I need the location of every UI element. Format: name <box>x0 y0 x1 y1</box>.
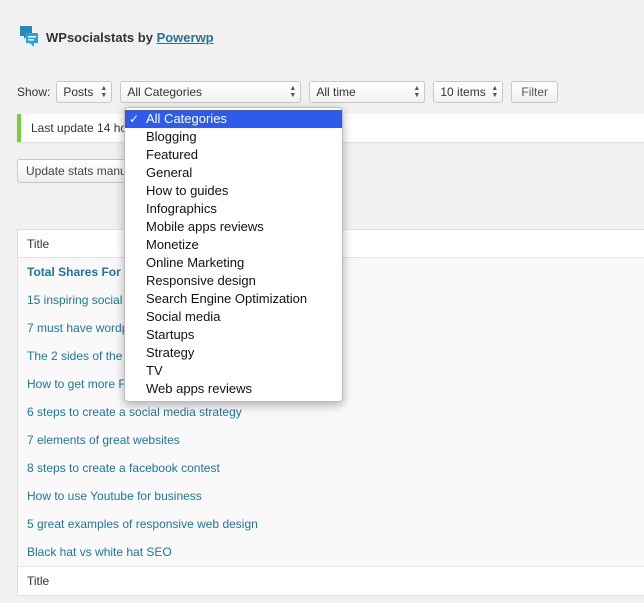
dropdown-option[interactable]: Online Marketing <box>125 254 342 272</box>
notice-text: Last update 14 ho <box>31 121 128 135</box>
dropdown-option[interactable]: Mobile apps reviews <box>125 218 342 236</box>
select-arrows-icon: ▲ ▼ <box>289 85 297 99</box>
dropdown-option-label: Monetize <box>146 237 199 252</box>
dropdown-option-label: Mobile apps reviews <box>146 219 264 234</box>
dropdown-option[interactable]: General <box>125 164 342 182</box>
app-by-text: by <box>134 29 157 45</box>
dropdown-option[interactable]: Search Engine Optimization <box>125 290 342 308</box>
show-label: Show: <box>17 85 51 99</box>
category-select[interactable]: All Categories ▲ ▼ <box>120 81 302 103</box>
items-select[interactable]: 10 items ▲ ▼ <box>433 81 504 103</box>
dropdown-option-label: Online Marketing <box>146 255 245 270</box>
table-row[interactable]: How to use Youtube for business <box>18 482 644 510</box>
select-arrows-icon: ▲ ▼ <box>413 85 421 99</box>
time-select[interactable]: All time ▲ ▼ <box>309 81 426 103</box>
dropdown-option-label: Social media <box>146 309 221 324</box>
post-type-value: Posts <box>63 85 94 99</box>
dropdown-option-label: All Categories <box>146 111 227 126</box>
dropdown-option-label: TV <box>146 363 163 378</box>
dropdown-option[interactable]: Blogging <box>125 128 342 146</box>
dropdown-option-label: How to guides <box>146 183 229 198</box>
update-stats-label: Update stats manu <box>26 164 127 178</box>
app-name: WPsocialstats <box>46 29 135 45</box>
dropdown-option[interactable]: Strategy <box>125 344 342 362</box>
select-arrows-icon: ▲ ▼ <box>100 85 108 99</box>
dropdown-option[interactable]: Social media <box>125 308 342 326</box>
dropdown-option[interactable]: Startups <box>125 326 342 344</box>
dropdown-option[interactable]: Responsive design <box>125 272 342 290</box>
dropdown-option[interactable]: How to guides <box>125 182 342 200</box>
app-header: WPsocialstats by Powerwp <box>18 22 214 52</box>
dropdown-option-label: Search Engine Optimization <box>146 291 308 306</box>
dropdown-option-label: Strategy <box>146 345 195 360</box>
dropdown-option-label: Infographics <box>146 201 217 216</box>
dropdown-option[interactable]: Monetize <box>125 236 342 254</box>
checkmark-icon: ✓ <box>129 112 140 126</box>
table-row[interactable]: 6 steps to create a social media strateg… <box>18 398 644 426</box>
filters-bar: Show: Posts ▲ ▼ All Categories ▲ ▼ All tim… <box>17 81 559 103</box>
table-row[interactable]: 5 great examples of responsive web desig… <box>18 510 644 538</box>
post-type-select[interactable]: Posts ▲ ▼ <box>56 81 113 103</box>
items-value: 10 items <box>440 85 486 99</box>
author-link[interactable]: Powerwp <box>157 30 214 45</box>
category-dropdown-menu: ✓ All Categories Blogging Featured General Ho… <box>124 107 343 402</box>
dropdown-option-label: Responsive design <box>146 273 256 288</box>
table-row[interactable]: 8 steps to create a facebook contest <box>18 454 644 482</box>
filter-button[interactable]: Filter <box>511 81 559 103</box>
time-value: All time <box>316 85 356 99</box>
table-row[interactable]: Black hat vs white hat SEO <box>18 538 644 566</box>
table-footer-title[interactable]: Title <box>18 566 644 595</box>
dropdown-option-label: Featured <box>146 147 199 162</box>
wpsocialstats-logo-icon <box>20 26 38 47</box>
table-row[interactable]: 7 elements of great websites <box>18 426 644 454</box>
dropdown-option[interactable]: TV <box>125 362 342 380</box>
dropdown-option[interactable]: Web apps reviews <box>125 380 342 398</box>
dropdown-option-label: Blogging <box>146 129 197 144</box>
dropdown-option-label: Startups <box>146 327 195 342</box>
dropdown-option[interactable]: Featured <box>125 146 342 164</box>
dropdown-option-label: General <box>146 165 193 180</box>
category-value: All Categories <box>127 85 203 99</box>
app-title: WPsocialstats by Powerwp <box>46 30 214 45</box>
select-arrows-icon: ▲ ▼ <box>491 85 499 99</box>
dropdown-option-label: Web apps reviews <box>146 381 252 396</box>
dropdown-option[interactable]: Infographics <box>125 200 342 218</box>
dropdown-option[interactable]: ✓ All Categories <box>125 110 342 128</box>
